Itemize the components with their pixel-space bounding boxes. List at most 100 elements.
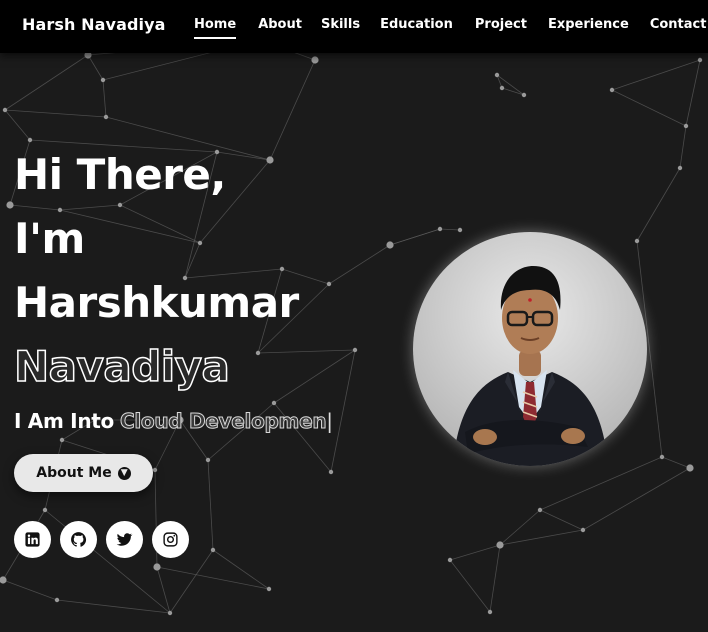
network-dot <box>487 609 493 615</box>
network-dot <box>57 207 63 213</box>
nav-skills[interactable]: Skills <box>321 17 360 36</box>
network-dot <box>328 469 334 475</box>
nav-project[interactable]: Project <box>475 17 527 36</box>
network-dot <box>103 114 109 120</box>
network-dot <box>6 201 14 209</box>
github-icon <box>71 532 87 547</box>
arrow-down-circle-icon: ▼ <box>117 466 131 480</box>
hero-section: Harsh Navadiya Home About Skills Educati… <box>0 0 708 632</box>
nav-home[interactable]: Home <box>194 17 237 39</box>
network-dot <box>537 507 543 513</box>
network-line <box>207 459 214 551</box>
network-dot <box>326 281 332 287</box>
network-dot <box>457 227 463 233</box>
github-link[interactable] <box>60 521 97 558</box>
network-dot <box>311 56 319 64</box>
network-dot <box>27 137 33 143</box>
nav-experience[interactable]: Experience <box>548 17 629 36</box>
network-line <box>156 566 171 614</box>
network-dot <box>697 57 703 63</box>
network-dot <box>100 77 106 83</box>
network-dot <box>167 610 173 616</box>
network-line <box>184 268 283 279</box>
instagram-link[interactable] <box>152 521 189 558</box>
network-dot <box>686 464 694 472</box>
profile-portrait <box>453 266 608 466</box>
network-dot <box>205 457 211 463</box>
typing-caret: | <box>326 409 333 433</box>
network-line <box>56 599 171 614</box>
network-dot <box>386 241 394 249</box>
network-line <box>257 349 356 354</box>
network-dot <box>153 563 161 571</box>
network-line <box>611 89 687 127</box>
network-line <box>9 204 61 211</box>
network-line <box>4 109 107 118</box>
nav-about[interactable]: About <box>258 17 302 36</box>
network-line <box>102 79 107 118</box>
network-dot <box>210 547 216 553</box>
navbar: Harsh Navadiya Home About Skills Educati… <box>0 0 708 53</box>
network-dot <box>266 156 274 164</box>
network-line <box>169 549 214 614</box>
linkedin-icon <box>25 532 40 547</box>
network-line <box>273 349 356 404</box>
network-dot <box>255 350 261 356</box>
network-line <box>439 228 461 231</box>
network-line <box>661 456 691 469</box>
network-dot <box>499 85 505 91</box>
brand-logo[interactable]: Harsh Navadiya <box>22 15 166 34</box>
network-dot <box>59 437 65 443</box>
network-line <box>449 559 491 613</box>
network-dot <box>117 202 123 208</box>
network-line <box>156 566 270 590</box>
network-dot <box>0 576 7 584</box>
linkedin-link[interactable] <box>14 521 51 558</box>
network-line <box>330 349 356 473</box>
network-dot <box>683 123 689 129</box>
tagline-typed-text: Cloud Developmen <box>119 409 327 434</box>
network-line <box>119 204 201 244</box>
network-dot <box>271 400 277 406</box>
network-dot <box>677 165 683 171</box>
network-line <box>499 529 584 546</box>
network-line <box>636 167 681 242</box>
network-line <box>4 109 31 141</box>
network-line <box>269 59 316 161</box>
tagline-prefix: I Am Into <box>14 409 114 433</box>
about-me-label: About Me <box>36 465 112 481</box>
network-line <box>389 228 441 246</box>
about-me-button[interactable]: About Me ▼ <box>14 454 153 492</box>
network-line <box>499 509 541 546</box>
social-links <box>14 521 198 558</box>
hero-im: I'm <box>14 214 85 263</box>
hero-last-name: Navadiya <box>13 342 230 391</box>
network-dot <box>447 557 453 563</box>
nav-education[interactable]: Education <box>380 17 453 36</box>
network-line <box>501 87 525 96</box>
network-dot <box>659 454 665 460</box>
network-line <box>87 54 104 81</box>
hero-first-name: Harshkumar <box>14 278 299 327</box>
network-dot <box>494 72 500 78</box>
network-dot <box>2 107 8 113</box>
network-line <box>611 59 701 91</box>
hero-greeting: Hi There, <box>14 150 226 199</box>
network-dot <box>609 87 615 93</box>
network-line <box>328 244 391 285</box>
network-dot <box>42 507 48 513</box>
network-line <box>2 579 58 601</box>
network-line <box>582 467 691 531</box>
network-line <box>539 509 584 531</box>
network-line <box>679 125 687 169</box>
network-dot <box>437 226 443 232</box>
profile-photo <box>413 232 647 466</box>
network-dot <box>279 266 285 272</box>
nav-contact[interactable]: Contact <box>650 17 707 36</box>
network-dot <box>152 467 158 473</box>
twitter-link[interactable] <box>106 521 143 558</box>
network-line <box>59 204 121 211</box>
network-line <box>489 544 501 613</box>
network-dot <box>580 527 586 533</box>
instagram-icon <box>163 532 178 547</box>
